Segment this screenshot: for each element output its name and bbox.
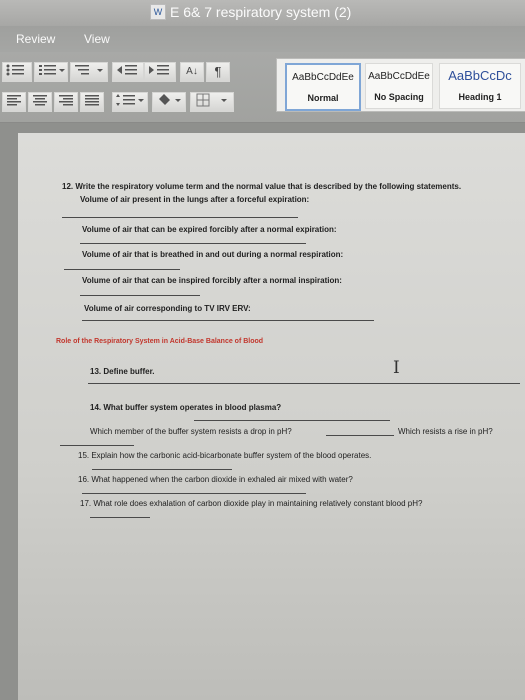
- q16: 16. What happened when the carbon dioxid…: [78, 475, 353, 484]
- answer-line-14[interactable]: [194, 420, 390, 421]
- q15: 15. Explain how the carbonic acid-bicarb…: [78, 451, 372, 460]
- bullets-button[interactable]: [2, 62, 32, 82]
- q14-rise: Which resists a rise in pH?: [398, 427, 493, 436]
- paint-bucket-icon: [159, 94, 181, 105]
- bullet-list-icon: [6, 64, 24, 76]
- borders-icon: [196, 93, 227, 107]
- q12-b: Volume of air that can be expired forcib…: [82, 225, 337, 234]
- answer-line-12a[interactable]: [62, 217, 298, 218]
- answer-line-12c[interactable]: [64, 269, 180, 270]
- style-no-spacing[interactable]: AaBbCcDdEe No Spacing: [365, 63, 433, 109]
- q12-d: Volume of air that can be inspired forci…: [82, 276, 342, 285]
- decrease-indent-button[interactable]: [112, 62, 144, 82]
- styles-gallery: AaBbCcDdEe Normal AaBbCcDdEe No Spacing …: [276, 58, 525, 112]
- q12-title: 12. Write the respiratory volume term an…: [62, 182, 462, 191]
- multilevel-list-button[interactable]: [70, 62, 108, 82]
- align-left-button[interactable]: [2, 92, 26, 112]
- word-doc-icon: W: [150, 4, 166, 20]
- ribbon: A↓ ¶ AaBbCcDdEe Normal AaBbCcDdEe No Spa…: [0, 52, 525, 123]
- align-center-icon: [33, 95, 47, 106]
- style-no-spacing-label: No Spacing: [374, 92, 424, 102]
- borders-button[interactable]: [190, 92, 234, 112]
- multilevel-list-icon: [75, 65, 103, 75]
- pilcrow-icon: ¶: [214, 64, 222, 79]
- align-center-button[interactable]: [28, 92, 52, 112]
- style-heading-1[interactable]: AaBbCcDc Heading 1: [439, 63, 521, 109]
- align-left-icon: [7, 95, 21, 106]
- ribbon-tabs: Review View: [0, 26, 525, 52]
- q14: 14. What buffer system operates in blood…: [90, 403, 282, 412]
- document-canvas: 12. Write the respiratory volume term an…: [0, 123, 525, 700]
- window-title-text: E 6& 7 respiratory system (2): [170, 4, 352, 20]
- shading-button[interactable]: [152, 92, 186, 112]
- decrease-indent-icon: [117, 65, 137, 75]
- tab-review[interactable]: Review: [16, 32, 55, 46]
- answer-line-14-rise[interactable]: [60, 445, 134, 446]
- answer-line-12b[interactable]: [80, 243, 306, 244]
- answer-line-17[interactable]: [90, 517, 150, 518]
- title-bar: W E 6& 7 respiratory system (2): [0, 0, 525, 26]
- answer-line-12d[interactable]: [80, 295, 200, 296]
- text-cursor-icon: I: [393, 358, 400, 378]
- tab-view[interactable]: View: [84, 32, 110, 46]
- style-normal-label: Normal: [307, 93, 339, 103]
- increase-indent-button[interactable]: [144, 62, 176, 82]
- q12-e: Volume of air corresponding to TV IRV ER…: [84, 304, 251, 313]
- style-heading-1-sample: AaBbCcDc: [448, 68, 512, 83]
- line-spacing-button[interactable]: [112, 92, 148, 112]
- align-right-icon: [59, 95, 73, 106]
- sort-button[interactable]: A↓: [180, 62, 204, 82]
- sort-icon: A↓: [186, 66, 198, 77]
- justify-button[interactable]: [80, 92, 104, 112]
- answer-line-13[interactable]: [88, 383, 520, 384]
- section-heading: Role of the Respiratory System in Acid-B…: [56, 338, 264, 345]
- q12-c: Volume of air that is breathed in and ou…: [82, 250, 344, 259]
- q13: 13. Define buffer.: [90, 367, 155, 376]
- style-heading-1-label: Heading 1: [458, 92, 502, 102]
- numbering-button[interactable]: [34, 62, 68, 82]
- answer-line-16[interactable]: [82, 493, 306, 494]
- document-page[interactable]: 12. Write the respiratory volume term an…: [18, 133, 525, 700]
- numbered-list-icon: [39, 65, 65, 75]
- answer-line-15[interactable]: [92, 469, 232, 470]
- align-right-button[interactable]: [54, 92, 78, 112]
- q17: 17. What role does exhalation of carbon …: [80, 499, 423, 508]
- q14-drop: Which member of the buffer system resist…: [90, 427, 292, 436]
- show-formatting-button[interactable]: ¶: [206, 62, 230, 82]
- justify-icon: [85, 95, 99, 106]
- answer-line-14-drop[interactable]: [326, 435, 394, 436]
- style-no-spacing-sample: AaBbCcDdEe: [368, 71, 430, 82]
- window-title: W E 6& 7 respiratory system (2): [150, 0, 351, 24]
- line-spacing-icon: [116, 94, 144, 106]
- style-normal-sample: AaBbCcDdEe: [292, 72, 354, 83]
- q12-a: Volume of air present in the lungs after…: [80, 195, 310, 204]
- style-normal[interactable]: AaBbCcDdEe Normal: [285, 63, 361, 111]
- answer-line-12e[interactable]: [82, 320, 374, 321]
- increase-indent-icon: [149, 65, 169, 75]
